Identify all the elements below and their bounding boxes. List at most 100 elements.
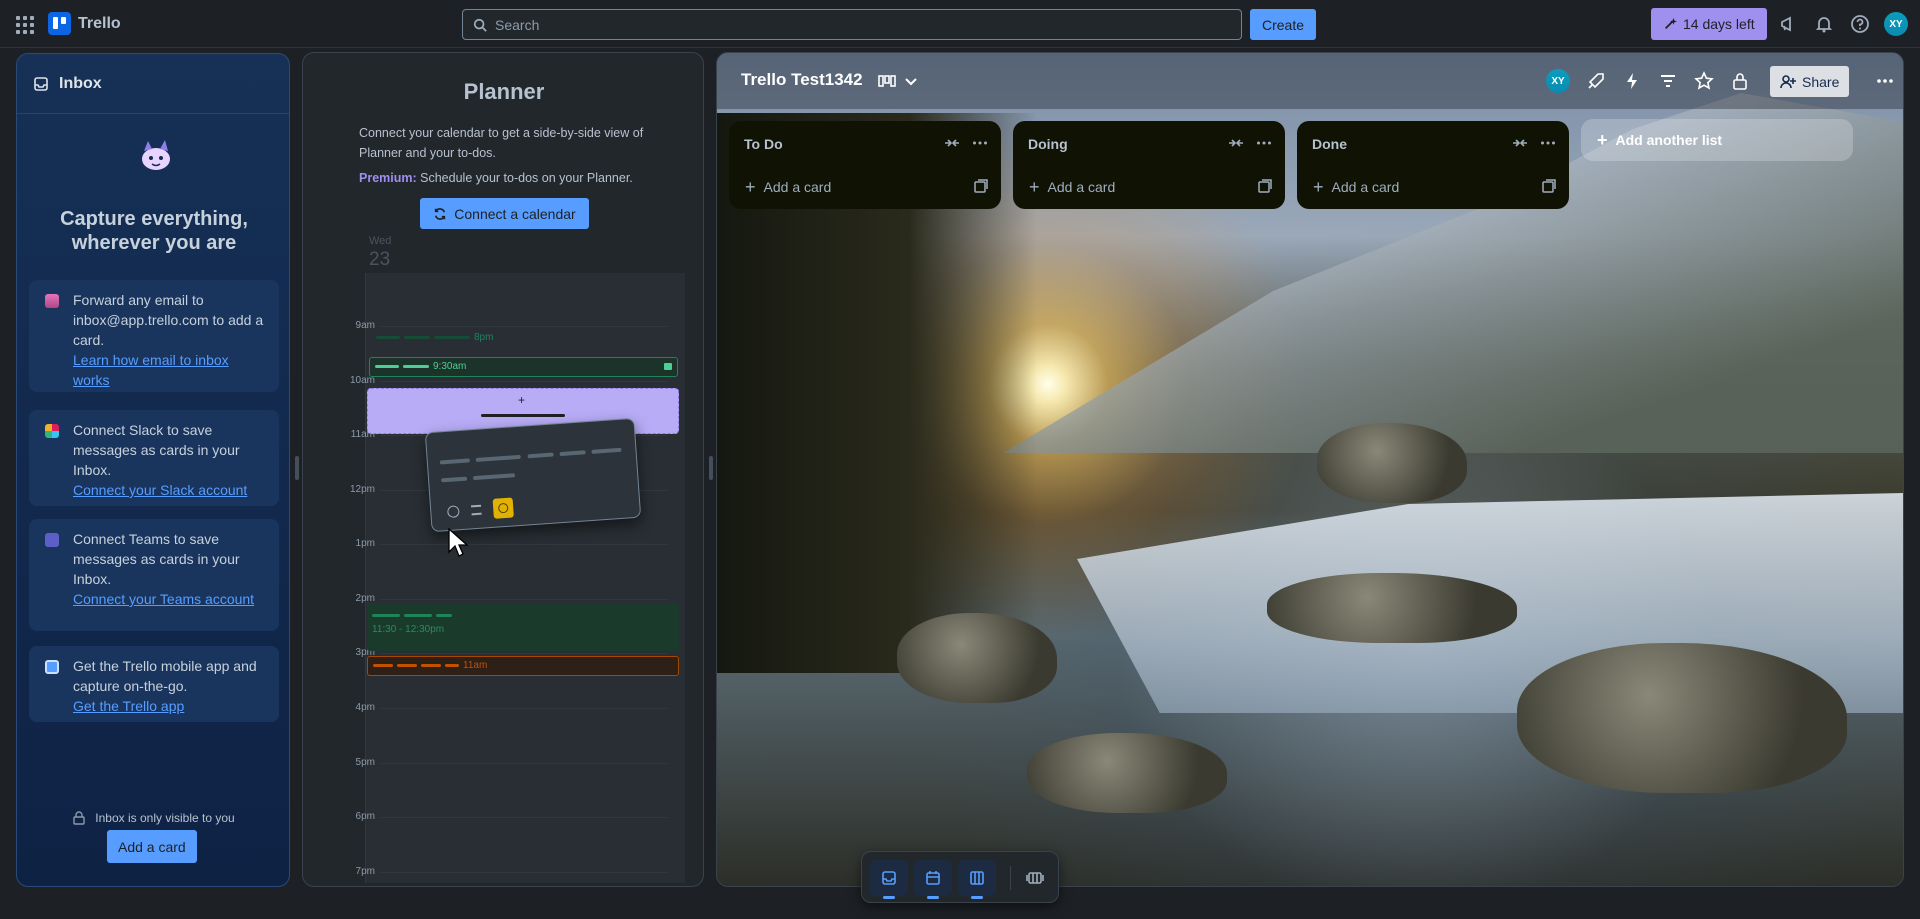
- automation-lightning-icon[interactable]: [1622, 71, 1642, 91]
- planner-calendar-preview: Wed 23 9am 10am 11am 12pm 1pm 2pm 3pm 4p…: [350, 223, 685, 887]
- card-template-icon[interactable]: [1257, 178, 1273, 194]
- board-view-switcher-icon[interactable]: [877, 71, 897, 91]
- inbox-title: Inbox: [59, 74, 102, 92]
- event-time: 11:30 - 12:30pm: [372, 624, 445, 635]
- event-card-icon: [664, 363, 672, 370]
- board-title[interactable]: Trello Test1342: [741, 70, 863, 90]
- share-button[interactable]: Share: [1770, 66, 1850, 97]
- trial-label: 14 days left: [1683, 16, 1755, 32]
- plus-icon: +: [1313, 176, 1324, 197]
- sparkle-icon: [1665, 17, 1677, 29]
- plus-icon: +: [518, 393, 526, 407]
- search-box[interactable]: [462, 9, 1242, 40]
- planner-resize-handle[interactable]: [709, 456, 713, 480]
- share-label: Share: [1802, 73, 1840, 90]
- calendar-event: 11:30 - 12:30pm: [367, 603, 679, 651]
- description-icon: [470, 504, 482, 516]
- hour-row: 6pm: [341, 811, 671, 822]
- inbox-icon: [34, 76, 48, 91]
- star-icon[interactable]: [1694, 71, 1714, 91]
- lock-icon: [73, 811, 85, 825]
- collapse-list-icon[interactable]: [1227, 134, 1245, 152]
- trial-days-left-button[interactable]: 14 days left: [1651, 8, 1767, 40]
- email-tip-card: Forward any email to inbox@app.trello.co…: [29, 280, 279, 392]
- connect-calendar-button[interactable]: Connect a calendar: [420, 198, 589, 229]
- card-template-icon[interactable]: [973, 178, 989, 194]
- switch-boards-button[interactable]: [1016, 860, 1054, 896]
- hour-row: 5pm: [341, 757, 671, 768]
- trello-logo[interactable]: Trello: [48, 12, 121, 35]
- collapse-list-icon[interactable]: [1511, 134, 1529, 152]
- event-time: 9:30am: [433, 361, 467, 372]
- filter-icon[interactable]: [1658, 71, 1678, 91]
- list-actions-icon[interactable]: [971, 134, 989, 152]
- premium-text: Schedule your to-dos on your Planner.: [420, 171, 633, 185]
- planner-premium-note: Premium: Schedule your to-dos on your Pl…: [359, 171, 633, 185]
- board-member-avatar[interactable]: XY: [1546, 69, 1570, 93]
- hour-label: 6pm: [355, 811, 375, 822]
- slack-tip-link[interactable]: Connect your Slack account: [73, 480, 269, 500]
- teams-tip-link[interactable]: Connect your Teams account: [73, 589, 269, 609]
- inbox-header: Inbox: [17, 54, 289, 114]
- teams-icon: [45, 533, 59, 547]
- hour-label: 1pm: [355, 538, 375, 549]
- clock-icon: [492, 497, 514, 519]
- add-card-label: Add a card: [763, 179, 832, 195]
- hour-label: 4pm: [355, 702, 375, 713]
- create-button[interactable]: Create: [1250, 9, 1317, 40]
- notifications-bell-icon[interactable]: [1814, 14, 1834, 34]
- plus-icon: +: [745, 176, 756, 197]
- toggle-board-button[interactable]: [958, 860, 996, 899]
- inbox-resize-handle[interactable]: [295, 456, 299, 480]
- app-switcher-icon[interactable]: [14, 14, 34, 34]
- more-options-icon[interactable]: [1875, 71, 1895, 91]
- premium-label: Premium:: [359, 171, 417, 185]
- slack-tip-card: Connect Slack to save messages as cards …: [29, 410, 279, 506]
- email-tip-link[interactable]: Learn how email to inbox works: [73, 350, 269, 390]
- inbox-add-card-button[interactable]: Add a card: [107, 830, 197, 863]
- power-ups-rocket-icon[interactable]: [1586, 71, 1606, 91]
- background-rock: [897, 613, 1057, 703]
- hour-row: 3pm: [341, 647, 671, 658]
- inbox-visibility-note: Inbox is only visible to you: [17, 811, 291, 825]
- toggle-planner-button[interactable]: [914, 860, 952, 899]
- email-tip-text: Forward any email to inbox@app.trello.co…: [73, 292, 264, 348]
- add-card-button[interactable]: + Add a card: [1305, 173, 1529, 201]
- connect-calendar-label: Connect a calendar: [454, 205, 576, 222]
- megaphone-icon[interactable]: [1778, 14, 1798, 34]
- email-icon: [45, 294, 59, 308]
- background-rock: [1267, 573, 1517, 643]
- board-canvas: Trello Test1342 XY Share To Do + Add a ca…: [716, 52, 1904, 887]
- chevron-down-icon[interactable]: [901, 71, 921, 91]
- add-card-label: Add a card: [1047, 179, 1116, 195]
- list-title[interactable]: Done: [1312, 136, 1347, 152]
- background-rock: [1317, 423, 1467, 503]
- switch-boards-icon: [1026, 872, 1044, 884]
- search-icon: [473, 18, 487, 32]
- calendar-event: 11am: [367, 656, 679, 676]
- list-actions-icon[interactable]: [1255, 134, 1273, 152]
- planner-description: Connect your calendar to get a side-by-s…: [359, 126, 644, 160]
- add-card-button[interactable]: + Add a card: [1021, 173, 1245, 201]
- help-icon[interactable]: [1850, 14, 1870, 34]
- add-another-list-button[interactable]: + Add another list: [1581, 119, 1853, 161]
- mobile-app-tip-link[interactable]: Get the Trello app: [73, 696, 269, 716]
- search-input[interactable]: [495, 16, 1195, 33]
- visibility-note-text: Inbox is only visible to you: [95, 811, 235, 825]
- add-card-button[interactable]: + Add a card: [737, 173, 961, 201]
- card-template-icon[interactable]: [1541, 178, 1557, 194]
- teams-tip-card: Connect Teams to save messages as cards …: [29, 519, 279, 631]
- visibility-lock-icon[interactable]: [1730, 71, 1750, 91]
- add-card-label: Add a card: [1331, 179, 1400, 195]
- board-header: Trello Test1342 XY Share: [717, 53, 1903, 109]
- list-title[interactable]: To Do: [744, 136, 783, 152]
- list-actions-icon[interactable]: [1539, 134, 1557, 152]
- user-avatar[interactable]: XY: [1884, 12, 1908, 36]
- inbox-panel: Inbox Capture everything, wherever you a…: [16, 53, 290, 887]
- app-name: Trello: [78, 14, 121, 32]
- collapse-list-icon[interactable]: [943, 134, 961, 152]
- list-title[interactable]: Doing: [1028, 136, 1068, 152]
- hour-row: 10am: [341, 375, 671, 386]
- toggle-inbox-button[interactable]: [870, 860, 908, 899]
- mobile-app-tip-card: Get the Trello mobile app and capture on…: [29, 646, 279, 722]
